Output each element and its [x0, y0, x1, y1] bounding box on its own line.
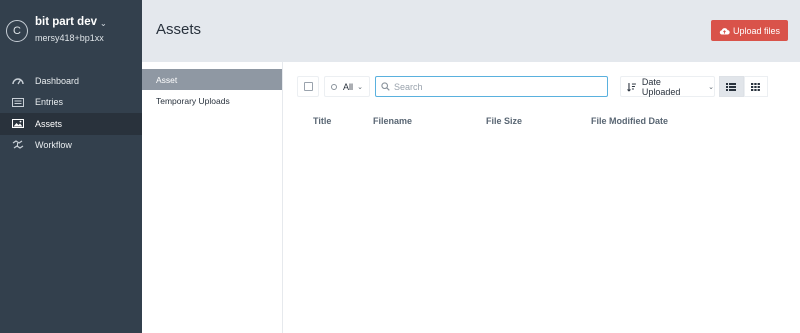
nav-item-label: Dashboard [35, 75, 80, 86]
asset-sources: Asset Temporary Uploads [142, 62, 283, 333]
workflow-icon [11, 140, 24, 150]
sidebar: C bit part dev ⌄ mersy418+bp1xx Dashboar… [0, 0, 142, 333]
chevron-down-icon: ⌄ [99, 18, 107, 28]
cloud-upload-icon [719, 27, 730, 35]
column-header-file-modified-date[interactable]: File Modified Date [591, 116, 668, 126]
search-input[interactable] [394, 81, 594, 92]
nav-item-entries[interactable]: Entries [0, 92, 142, 114]
nav-item-assets[interactable]: Assets [0, 113, 142, 135]
upload-files-button[interactable]: Upload files [711, 20, 788, 41]
upload-files-label: Upload files [732, 25, 781, 36]
table-header: Title Filename File Size File Modified D… [283, 116, 800, 130]
nav-item-label: Assets [35, 118, 63, 129]
chevron-down-icon: ⌄ [357, 83, 363, 91]
column-header-title[interactable]: Title [313, 116, 331, 126]
status-filter-label: All [343, 81, 354, 92]
sort-icon [627, 82, 636, 92]
asset-index: All ⌄ Date Uploaded ⌄ Title Filename Fil… [283, 62, 800, 333]
source-item-temporary-uploads[interactable]: Temporary Uploads [142, 90, 282, 111]
page-title: Assets [156, 21, 202, 38]
status-filter-button[interactable]: All ⌄ [324, 76, 370, 97]
list-view-button[interactable] [719, 76, 744, 97]
checkbox-icon [303, 82, 313, 91]
user-name: mersy418+bp1xx [35, 33, 104, 43]
nav-item-label: Entries [35, 97, 64, 108]
nav-item-workflow[interactable]: Workflow [0, 135, 142, 157]
toolbar: All ⌄ Date Uploaded ⌄ [297, 76, 787, 97]
status-circle-icon [331, 83, 338, 90]
main-nav: Dashboard Entries Assets Workflow [0, 70, 142, 156]
grid-view-icon [751, 82, 761, 91]
source-item-asset[interactable]: Asset [142, 69, 282, 90]
sort-label: Date Uploaded [641, 76, 681, 97]
select-all-checkbox[interactable] [297, 76, 319, 97]
list-view-icon [726, 82, 737, 91]
chevron-down-icon: ⌄ [708, 83, 714, 91]
nav-item-dashboard[interactable]: Dashboard [0, 70, 142, 92]
site-name[interactable]: bit part dev ⌄ [35, 16, 107, 28]
sort-button[interactable]: Date Uploaded ⌄ [620, 76, 715, 97]
dashboard-icon [11, 76, 24, 86]
site-switcher[interactable]: C bit part dev ⌄ mersy418+bp1xx [0, 0, 142, 62]
column-header-file-size[interactable]: File Size [486, 116, 522, 126]
nav-item-label: Workflow [35, 140, 72, 151]
image-icon [11, 119, 24, 129]
view-mode-toggle [719, 76, 768, 97]
site-name-label: bit part dev [35, 16, 97, 28]
page-header: Assets Upload files [142, 0, 800, 62]
grid-view-button[interactable] [743, 76, 768, 97]
search-icon [381, 82, 390, 91]
entries-icon [11, 97, 24, 107]
column-header-filename[interactable]: Filename [373, 116, 412, 126]
search-field[interactable] [375, 76, 608, 97]
site-logo: C [6, 20, 28, 42]
